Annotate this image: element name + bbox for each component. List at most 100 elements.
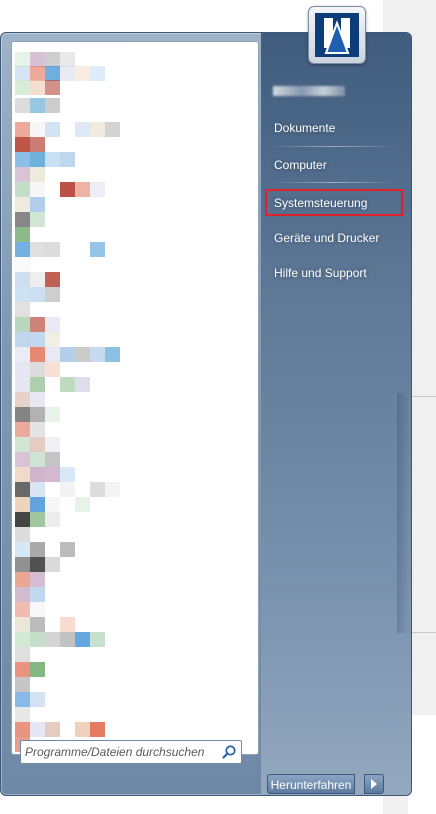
redacted-program-pixel (15, 317, 30, 332)
redacted-program-pixel (30, 52, 45, 67)
redacted-program-pixel (30, 137, 45, 152)
redacted-program-pixel (30, 347, 45, 362)
redacted-program-pixel (45, 512, 60, 527)
nav-item-geraete-und-drucker[interactable]: Geräte und Drucker (274, 228, 404, 248)
redacted-program-pixel (105, 482, 120, 497)
redacted-program-pixel (15, 602, 30, 617)
redacted-program-pixel (15, 632, 30, 647)
redacted-program-pixel (15, 512, 30, 527)
redacted-program-pixel (15, 392, 30, 407)
nav-item-dokumente[interactable]: Dokumente (274, 118, 404, 138)
redacted-program-pixel (60, 52, 75, 67)
redacted-program-pixel (75, 122, 90, 137)
redacted-program-pixel (45, 407, 60, 422)
redacted-program-pixel (45, 152, 60, 167)
redacted-program-pixel (15, 52, 30, 67)
redacted-program-pixel (60, 617, 75, 632)
program-list[interactable] (12, 42, 258, 754)
redacted-program-pixel (45, 467, 60, 482)
redacted-program-pixel (30, 167, 45, 182)
redacted-program-pixel (15, 287, 30, 302)
redacted-program-pixel (15, 542, 30, 557)
redacted-program-pixel (45, 362, 60, 377)
redacted-program-pixel (90, 242, 105, 257)
redacted-program-pixel (90, 66, 105, 81)
nav-item-computer[interactable]: Computer (274, 155, 404, 175)
redacted-program-pixel (45, 122, 60, 137)
redacted-program-pixel (15, 557, 30, 572)
search-input[interactable] (25, 743, 213, 761)
redacted-program-pixel (30, 437, 45, 452)
nav-item-hilfe-und-support[interactable]: Hilfe und Support (274, 263, 404, 283)
redacted-program-pixel (15, 182, 30, 197)
redacted-program-pixel (45, 347, 60, 362)
redacted-program-pixel (45, 722, 60, 737)
shutdown-options-button[interactable] (364, 774, 384, 794)
redacted-program-pixel (30, 587, 45, 602)
user-name[interactable] (273, 86, 353, 98)
redacted-program-pixel (15, 452, 30, 467)
redacted-program-pixel (15, 197, 30, 212)
redacted-program-pixel (45, 287, 60, 302)
redacted-program-pixel (60, 66, 75, 81)
redacted-program-pixel (60, 377, 75, 392)
redacted-program-pixel (15, 647, 30, 662)
redacted-program-pixel (30, 122, 45, 137)
redacted-program-pixel (30, 497, 45, 512)
redacted-program-pixel (30, 197, 45, 212)
redacted-program-pixel (30, 602, 45, 617)
redacted-program-pixel (30, 212, 45, 227)
systemsteuerung-highlight (265, 189, 403, 216)
redacted-program-pixel (30, 377, 45, 392)
user-avatar[interactable] (308, 6, 366, 64)
redacted-program-pixel (60, 347, 75, 362)
search-icon[interactable] (221, 744, 237, 760)
redacted-program-pixel (60, 632, 75, 647)
redacted-program-pixel (45, 632, 60, 647)
search-box[interactable] (20, 740, 242, 764)
redacted-program-pixel (15, 212, 30, 227)
redacted-program-pixel (15, 272, 30, 287)
redacted-program-pixel (15, 692, 30, 707)
background-panel (408, 715, 436, 814)
background-divider (408, 632, 436, 633)
chevron-right-icon (371, 779, 377, 789)
redacted-program-pixel (30, 392, 45, 407)
redacted-program-pixel (15, 227, 30, 242)
redacted-program-pixel (15, 152, 30, 167)
redacted-program-pixel (15, 437, 30, 452)
redacted-program-pixel (105, 347, 120, 362)
redacted-program-pixel (45, 80, 60, 95)
redacted-program-pixel (15, 66, 30, 81)
redacted-program-pixel (30, 98, 45, 113)
redacted-program-pixel (15, 332, 30, 347)
redacted-program-pixel (15, 80, 30, 95)
redacted-program-pixel (15, 662, 30, 677)
redacted-program-pixel (15, 242, 30, 257)
redacted-program-pixel (30, 572, 45, 587)
redacted-program-pixel (90, 182, 105, 197)
redacted-program-pixel (15, 587, 30, 602)
redacted-program-pixel (105, 122, 120, 137)
redacted-program-pixel (15, 572, 30, 587)
redacted-program-pixel (90, 722, 105, 737)
redacted-program-pixel (30, 482, 45, 497)
redacted-program-pixel (45, 272, 60, 287)
redacted-program-pixel (30, 512, 45, 527)
shutdown-button[interactable]: Herunterfahren (267, 774, 355, 794)
redacted-program-pixel (15, 377, 30, 392)
redacted-program-pixel (15, 467, 30, 482)
redacted-program-pixel (15, 347, 30, 362)
redacted-program-pixel (15, 677, 30, 692)
redacted-program-pixel (30, 182, 45, 197)
right-pane-shading (397, 393, 409, 633)
redacted-program-pixel (30, 317, 45, 332)
redacted-program-pixel (45, 437, 60, 452)
redacted-program-pixel (30, 362, 45, 377)
redacted-program-pixel (15, 257, 30, 272)
redacted-program-pixel (45, 242, 60, 257)
redacted-program-pixel (15, 122, 30, 137)
redacted-program-pixel (30, 692, 45, 707)
redacted-program-pixel (30, 452, 45, 467)
redacted-program-pixel (30, 152, 45, 167)
